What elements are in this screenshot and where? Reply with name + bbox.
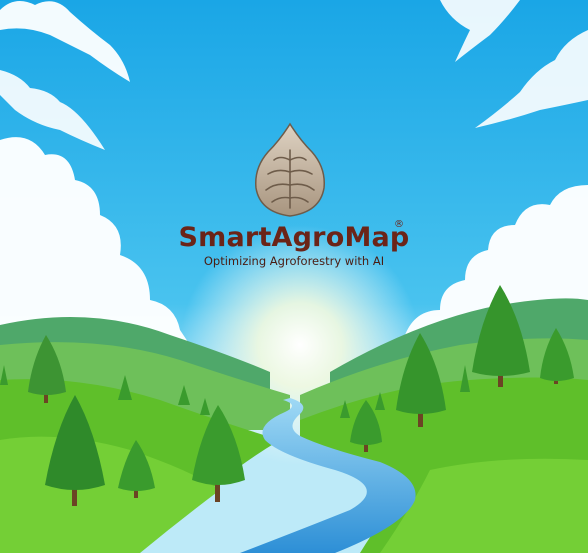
landscape-illustration	[0, 0, 588, 553]
